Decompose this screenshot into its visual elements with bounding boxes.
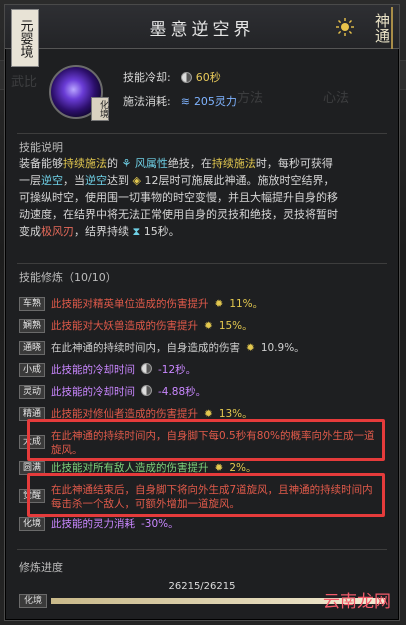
mod-item: 灵动 此技能的冷却时间 -4.88秒。 [19, 385, 387, 399]
skill-description: 装备能够持续施法的 ⚘ 风属性绝技，在持续施法时，每秒可获得 一层逆空，当逆空达… [19, 157, 338, 238]
highlight-box-juexing [27, 473, 385, 517]
shentong-type-mark: 神通 [361, 7, 393, 49]
background-tab-2: 方法 [237, 91, 264, 106]
cooldown-row: 技能冷却: 60秒 [123, 69, 221, 85]
mod-item: 娴熟 此技能对大妖兽造成的伤害提升 ✹ 15%。 [19, 319, 387, 333]
mod-item: 化境 此技能的灵力消耗 -30%。 [19, 517, 387, 531]
mods-section-title: 技能修炼（10/10） [19, 271, 117, 284]
background-tab-1: 武比 [11, 75, 38, 90]
mana-wave-icon: ≋ [180, 94, 190, 108]
divider [17, 263, 387, 264]
mod-item: 小成 此技能的冷却时间 -12秒。 [19, 363, 387, 377]
highlight-box-dacheng [27, 419, 385, 461]
wind-element-icon: ⚘ [121, 157, 132, 170]
sun-icon: ✹ [204, 320, 213, 332]
background-tab-3: 心法 [323, 91, 350, 106]
hourglass-icon: ⧗ [132, 225, 141, 238]
cooldown-label: 技能冷却: [123, 71, 171, 84]
cooldown-value: 60秒 [195, 71, 221, 84]
progress-tag: 化境 [19, 594, 47, 608]
layer-icon: ◈ [132, 174, 141, 187]
sun-emblem-icon [336, 18, 354, 36]
mod-item: 通晓 在此神通的持续时间内，自身造成的伤害 ✹ 10.9%。 [19, 341, 387, 355]
mod-item: 车熟 此技能对精英单位造成的伤害提升 ✹ 11%。 [19, 297, 387, 311]
divider [17, 549, 387, 550]
cooldown-moon-icon [141, 363, 152, 374]
titlebar: 墨意逆空界 神通 [5, 5, 399, 49]
cost-value: 205灵力 [193, 95, 237, 108]
description-section-title: 技能说明 [19, 141, 63, 154]
watermark-text: 云南龙网 [323, 592, 391, 612]
cooldown-moon-icon [180, 71, 192, 83]
cooldown-moon-icon [141, 385, 152, 396]
skill-detail-panel: 墨意逆空界 神通 元婴境 武比 方法 心法 化境 技能冷却: 60秒 施法消耗:… [4, 4, 400, 621]
realm-tag: 元婴境 [11, 9, 39, 67]
progress-section-title: 修炼进度 [19, 561, 63, 574]
sun-icon: ✹ [214, 298, 224, 310]
sun-icon: ✹ [246, 342, 255, 354]
cost-row: 施法消耗: ≋ 205灵力 [123, 93, 237, 109]
avatar-tag: 化境 [91, 97, 109, 121]
cost-label: 施法消耗: [123, 95, 171, 108]
divider [17, 133, 387, 134]
